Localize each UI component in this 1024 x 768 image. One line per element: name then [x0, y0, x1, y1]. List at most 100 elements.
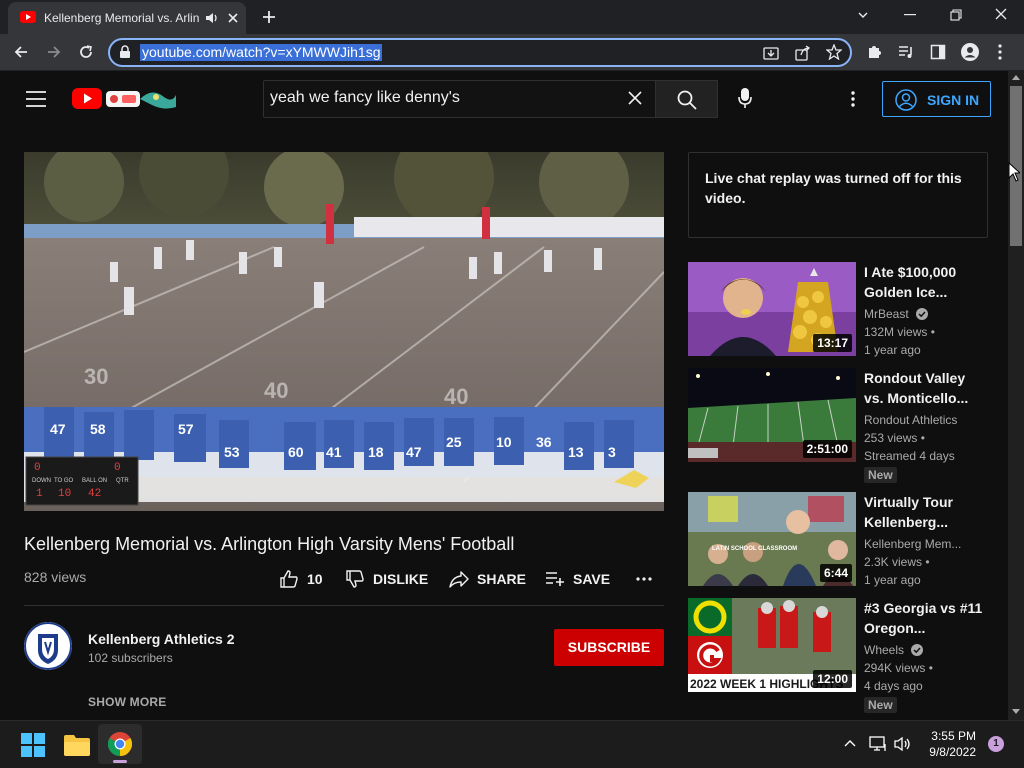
recommendation-item[interactable]: LATIN SCHOOL CLASSROOM 6:44 Virtually To…	[688, 492, 988, 588]
sign-in-label: SIGN IN	[927, 92, 980, 108]
recommendation-title[interactable]: Rondout Valley vs. Monticello...	[864, 368, 984, 408]
video-duration: 13:17	[813, 334, 852, 352]
views-label: 294K views	[864, 661, 926, 675]
microphone-icon[interactable]	[738, 87, 752, 109]
media-icon[interactable]	[898, 44, 914, 60]
lock-icon[interactable]	[119, 45, 131, 59]
new-badge: New	[864, 467, 897, 483]
subscribe-button[interactable]: SUBSCRIBE	[554, 629, 664, 666]
notification-badge[interactable]: 1	[988, 736, 1004, 752]
save-button[interactable]: SAVE	[545, 568, 610, 590]
svg-text:41: 41	[326, 444, 342, 460]
close-icon[interactable]	[227, 12, 239, 24]
video-thumbnail[interactable]: 2022 WEEK 1 HIGHLIGHTS 12:00	[688, 598, 856, 692]
windows-start-icon[interactable]	[21, 733, 45, 757]
minimize-icon[interactable]	[904, 14, 916, 16]
profile-icon[interactable]	[961, 43, 979, 61]
scroll-down-icon[interactable]	[1012, 709, 1020, 714]
video-duration: 12:00	[813, 670, 852, 688]
window-close-icon[interactable]	[995, 8, 1007, 20]
menu-icon[interactable]	[998, 44, 1002, 60]
url-text[interactable]: youtube.com/watch?v=xYMWWJih1sg	[140, 44, 383, 61]
views-label: 132M views	[864, 325, 928, 339]
speaker-icon[interactable]	[205, 11, 219, 25]
recommendation-age: 1 year ago	[864, 343, 921, 357]
scoreboard-down-label: DOWN	[32, 478, 51, 484]
hamburger-icon[interactable]	[26, 91, 46, 107]
video-thumbnail[interactable]: 13:17	[688, 262, 856, 356]
recommendation-channel[interactable]: MrBeast	[864, 307, 929, 321]
search-button[interactable]	[655, 80, 718, 118]
recommendation-age: 1 year ago	[864, 573, 921, 587]
recommendation-title[interactable]: #3 Georgia vs #11 Oregon...	[864, 598, 984, 638]
share-button[interactable]: SHARE	[449, 568, 526, 590]
scoreboard-down: 1	[36, 488, 43, 500]
install-icon[interactable]	[763, 45, 779, 61]
scoreboard-ball-on-label: BALL ON	[82, 478, 107, 484]
extensions-icon[interactable]	[866, 44, 882, 60]
recommendation-item[interactable]: 2022 WEEK 1 HIGHLIGHTS 12:00 #3 Georgia …	[688, 598, 988, 713]
school-crest-icon	[24, 622, 72, 670]
star-icon[interactable]	[826, 44, 842, 60]
recommendation-age: 4 days ago	[864, 679, 923, 693]
doodle-icon	[106, 91, 176, 109]
network-icon[interactable]	[869, 736, 887, 752]
recommendation-views: 294K views •	[864, 661, 933, 675]
chevron-down-icon[interactable]	[857, 9, 869, 21]
scoreboard-to-go-label: TO GO	[54, 478, 74, 484]
recommendation-age: Streamed 4 days	[864, 449, 955, 463]
share-label: SHARE	[477, 571, 527, 587]
tab-title: Kellenberg Memorial vs. Arlin	[44, 11, 200, 25]
video-player[interactable]: 30 40 40 47 58 57 53 60 41 18 47 25 10 36	[24, 152, 664, 511]
search-query-text[interactable]: yeah we fancy like denny's	[270, 89, 460, 107]
file-explorer-icon[interactable]	[64, 734, 90, 756]
recommendation-item[interactable]: 13:17 I Ate $100,000 Golden Ice... MrBea…	[688, 262, 988, 358]
restore-icon[interactable]	[950, 9, 962, 21]
save-label: SAVE	[573, 571, 611, 587]
svg-text:10: 10	[496, 434, 512, 450]
share-icon[interactable]	[795, 45, 811, 61]
verified-icon	[916, 308, 929, 320]
forward-icon[interactable]	[46, 44, 62, 60]
views-label: 253 views	[864, 431, 918, 445]
reload-icon[interactable]	[78, 44, 94, 60]
video-duration: 6:44	[819, 564, 852, 582]
clear-search-icon[interactable]	[628, 91, 642, 105]
like-button[interactable]: 10	[279, 568, 323, 590]
show-more-button[interactable]: SHOW MORE	[88, 695, 166, 709]
scoreboard-to-go: 10	[58, 488, 71, 500]
back-icon[interactable]	[13, 44, 29, 60]
new-badge: New	[864, 697, 897, 713]
youtube-logo-icon[interactable]	[72, 87, 176, 111]
recommendation-title[interactable]: I Ate $100,000 Golden Ice...	[864, 262, 984, 302]
clock-date[interactable]: 9/8/2022	[922, 745, 976, 759]
recommendation-channel[interactable]: Rondout Athletics	[864, 413, 957, 427]
chrome-taskbar-button[interactable]	[98, 724, 142, 764]
volume-icon[interactable]	[894, 736, 912, 752]
svg-text:57: 57	[178, 421, 194, 437]
sidepanel-icon[interactable]	[930, 44, 946, 60]
playlist-add-icon	[545, 569, 565, 589]
channel-avatar[interactable]	[24, 622, 72, 670]
recommendation-channel[interactable]: Wheels	[864, 643, 924, 657]
new-tab-icon[interactable]	[262, 10, 276, 24]
field-number: 30	[84, 364, 108, 389]
recommendation-title[interactable]: Virtually Tour Kellenberg...	[864, 492, 984, 532]
sign-in-button[interactable]: SIGN IN	[882, 81, 991, 117]
dislike-button[interactable]: DISLIKE	[345, 568, 428, 590]
mouse-cursor-icon	[1008, 162, 1020, 182]
video-thumbnail[interactable]: LATIN SCHOOL CLASSROOM 6:44	[688, 492, 856, 586]
recommendation-views: 253 views •	[864, 431, 925, 445]
browser-tab[interactable]: Kellenberg Memorial vs. Arlin	[8, 2, 246, 34]
clock-time[interactable]: 3:55 PM	[928, 729, 976, 743]
video-thumbnail[interactable]: 2:51:00	[688, 368, 856, 462]
more-actions-icon[interactable]	[636, 577, 652, 581]
tray-chevron-up-icon[interactable]	[844, 739, 856, 747]
recommendation-channel[interactable]: Kellenberg Mem...	[864, 537, 961, 551]
settings-menu-icon[interactable]	[851, 91, 855, 107]
recommendation-item[interactable]: 2:51:00 Rondout Valley vs. Monticello...…	[688, 368, 988, 483]
svg-text:58: 58	[90, 421, 106, 437]
scroll-up-icon[interactable]	[1012, 75, 1020, 80]
svg-text:47: 47	[50, 421, 66, 437]
channel-name[interactable]: Kellenberg Athletics 2	[88, 631, 235, 647]
